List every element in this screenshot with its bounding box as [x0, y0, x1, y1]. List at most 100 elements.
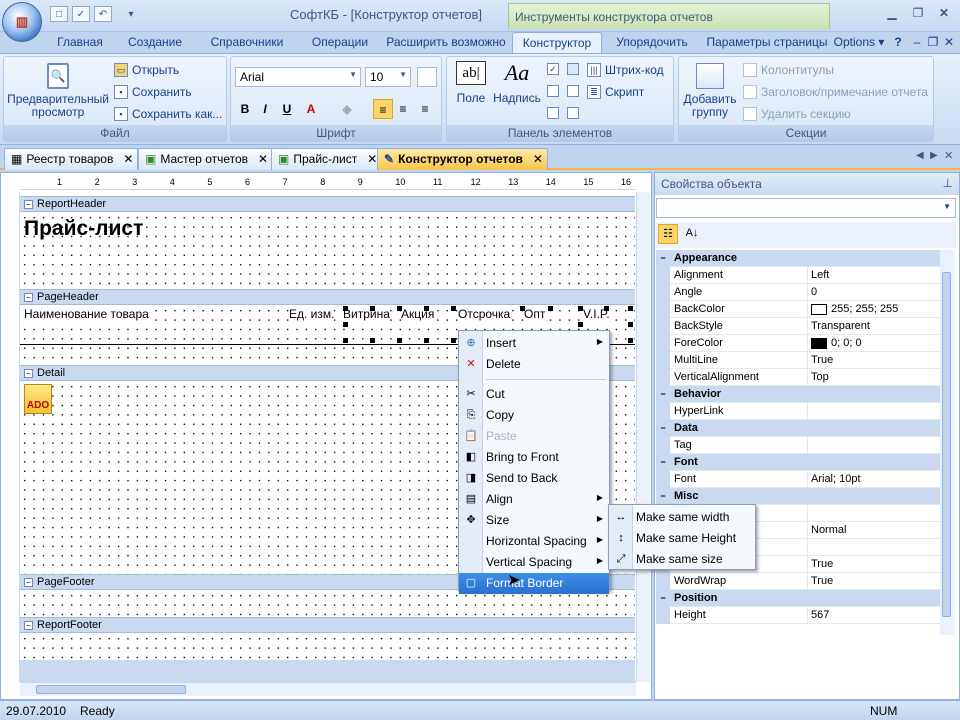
submenu-item-same-width[interactable]: ↔ Make same width [609, 507, 755, 528]
property-row[interactable]: BackStyle Transparent [656, 318, 940, 335]
fill-color-button[interactable]: ◈ [337, 99, 357, 119]
property-category[interactable]: − Appearance [656, 250, 940, 267]
property-row[interactable]: Alignment Left [656, 267, 940, 284]
checkbox-tool-icon[interactable]: ✓ [547, 63, 559, 75]
tab-close-all-icon[interactable]: ✕ [944, 149, 953, 162]
line-tool-icon[interactable] [547, 107, 559, 119]
property-row[interactable]: VerticalAlignment Top [656, 369, 940, 386]
close-tab-icon[interactable]: ✕ [258, 152, 268, 170]
property-category[interactable]: − Position [656, 590, 940, 607]
tab-create[interactable]: Создание [122, 32, 188, 54]
column-deferral[interactable]: Отсрочка [458, 307, 511, 321]
tab-page-setup[interactable]: Параметры страницы [704, 32, 830, 54]
property-row[interactable]: Height 567 [656, 607, 940, 624]
selection-handle[interactable] [343, 306, 348, 311]
menu-item-delete[interactable]: ✕ Delete [459, 354, 609, 375]
font-family-select[interactable]: Arial ▼ [235, 67, 361, 87]
grow-font-icon[interactable] [417, 67, 437, 87]
selection-handle[interactable] [451, 338, 456, 343]
field-button[interactable]: ab| Поле [451, 61, 491, 105]
area-report-footer[interactable] [20, 634, 635, 660]
designer-horizontal-scrollbar[interactable] [20, 682, 636, 696]
collapse-icon[interactable]: − [656, 488, 670, 505]
align-left-button[interactable]: ≡ [373, 99, 393, 119]
font-size-select[interactable]: 10 ▼ [365, 67, 411, 87]
undo-icon[interactable]: ↶ [94, 6, 112, 22]
mdi-minimize-icon[interactable]: – [910, 32, 924, 54]
open-button[interactable]: ▭ Открыть [114, 63, 179, 77]
menu-item-horizontal-spacing[interactable]: Horizontal Spacing ▶ [459, 531, 609, 552]
property-value[interactable]: Arial; 10pt [811, 473, 861, 485]
property-grid[interactable]: − Appearance Alignment Left Angle 0 BackColor 2… [656, 250, 940, 635]
selection-handle[interactable] [578, 306, 583, 311]
categorized-icon[interactable]: ☷ [658, 224, 678, 244]
selection-handle[interactable] [451, 306, 456, 311]
table-tool-icon[interactable] [567, 85, 579, 97]
property-row[interactable]: WordWrap True [656, 573, 940, 590]
mdi-close-icon[interactable]: ✕ [942, 32, 956, 54]
selection-handle[interactable] [520, 306, 525, 311]
bold-button[interactable]: B [235, 99, 255, 119]
font-color-button[interactable]: A [301, 99, 321, 119]
property-category[interactable]: − Behavior [656, 386, 940, 403]
help-icon[interactable]: ? [890, 32, 906, 54]
selection-handle[interactable] [628, 306, 633, 311]
delete-section-button[interactable]: Удалить секцию [743, 107, 851, 121]
menu-item-insert[interactable]: ⊕ Insert ▶ [459, 333, 609, 354]
property-value[interactable]: Top [811, 371, 829, 383]
selection-handle[interactable] [424, 338, 429, 343]
property-value[interactable]: Normal [811, 524, 846, 536]
property-value[interactable]: Left [811, 269, 829, 281]
menu-item-copy[interactable]: ⎘ Copy [459, 405, 609, 426]
report-header-footer-button[interactable]: Заголовок/примечание отчета [743, 85, 928, 99]
new-icon[interactable]: □ [50, 6, 68, 22]
property-category[interactable]: − Misc [656, 488, 940, 505]
property-category[interactable]: − Font [656, 454, 940, 471]
menu-item-bring-to-front[interactable]: ◧ Bring to Front [459, 447, 609, 468]
barcode-button[interactable]: ||| Штрих-код [587, 63, 664, 77]
property-category[interactable]: − Data [656, 420, 940, 437]
property-row[interactable]: ForeColor 0; 0; 0 [656, 335, 940, 352]
menu-item-cut[interactable]: ✂ Cut [459, 384, 609, 405]
script-button[interactable]: ≣ Скрипт [587, 85, 644, 99]
collapse-icon[interactable]: − [24, 577, 33, 587]
italic-button[interactable]: I [255, 99, 275, 119]
properties-scrollbar[interactable] [940, 250, 954, 635]
property-row[interactable]: Font Arial; 10pt [656, 471, 940, 488]
menu-item-align[interactable]: ▤ Align ▶ [459, 489, 609, 510]
selection-handle[interactable] [343, 322, 348, 327]
app-menu-button[interactable]: ▥ [2, 2, 42, 42]
submenu-item-same-height[interactable]: ↕ Make same Height [609, 528, 755, 549]
tab-arrange[interactable]: Упорядочить [610, 32, 694, 54]
selection-handle[interactable] [343, 338, 348, 343]
doc-tab-registry[interactable]: ▦ Реестр товаров ✕ [4, 148, 139, 170]
collapse-icon[interactable]: − [24, 199, 33, 209]
selection-handle[interactable] [424, 306, 429, 311]
save-as-button[interactable]: ▪ Сохранить как... [114, 107, 222, 121]
tab-references[interactable]: Справочники [204, 32, 290, 54]
property-value[interactable]: True [811, 558, 833, 570]
save-button[interactable]: ▪ Сохранить [114, 85, 192, 99]
collapse-icon[interactable]: − [656, 590, 670, 607]
pin-icon[interactable]: ⊥ [943, 176, 953, 190]
minimize-icon[interactable]: ▁ [880, 6, 904, 24]
selection-handle[interactable] [628, 322, 633, 327]
property-value[interactable]: True [811, 575, 833, 587]
tab-designer[interactable]: Конструктор [512, 32, 602, 54]
close-tab-icon[interactable]: ✕ [123, 152, 133, 170]
designer-vertical-scrollbar[interactable] [636, 192, 650, 682]
selection-handle[interactable] [397, 306, 402, 311]
restore-icon[interactable]: ❐ [906, 6, 930, 24]
options-menu[interactable]: Options ▾ [832, 32, 886, 54]
property-value[interactable]: 255; 255; 255 [811, 303, 898, 315]
ado-datasource-icon[interactable]: ADO [24, 384, 52, 414]
doc-tab-wizard[interactable]: ▣ Мастер отчетов ✕ [138, 148, 274, 170]
tab-operations[interactable]: Операции [304, 32, 376, 54]
shape-tool-icon[interactable] [547, 85, 559, 97]
collapse-icon[interactable]: − [24, 620, 33, 630]
column-showcase[interactable]: Витрина [343, 307, 390, 321]
property-row[interactable]: Tag [656, 437, 940, 454]
underline-button[interactable]: U [277, 99, 297, 119]
selection-handle[interactable] [628, 338, 633, 343]
qat-customize-icon[interactable]: ▾ [122, 6, 140, 22]
